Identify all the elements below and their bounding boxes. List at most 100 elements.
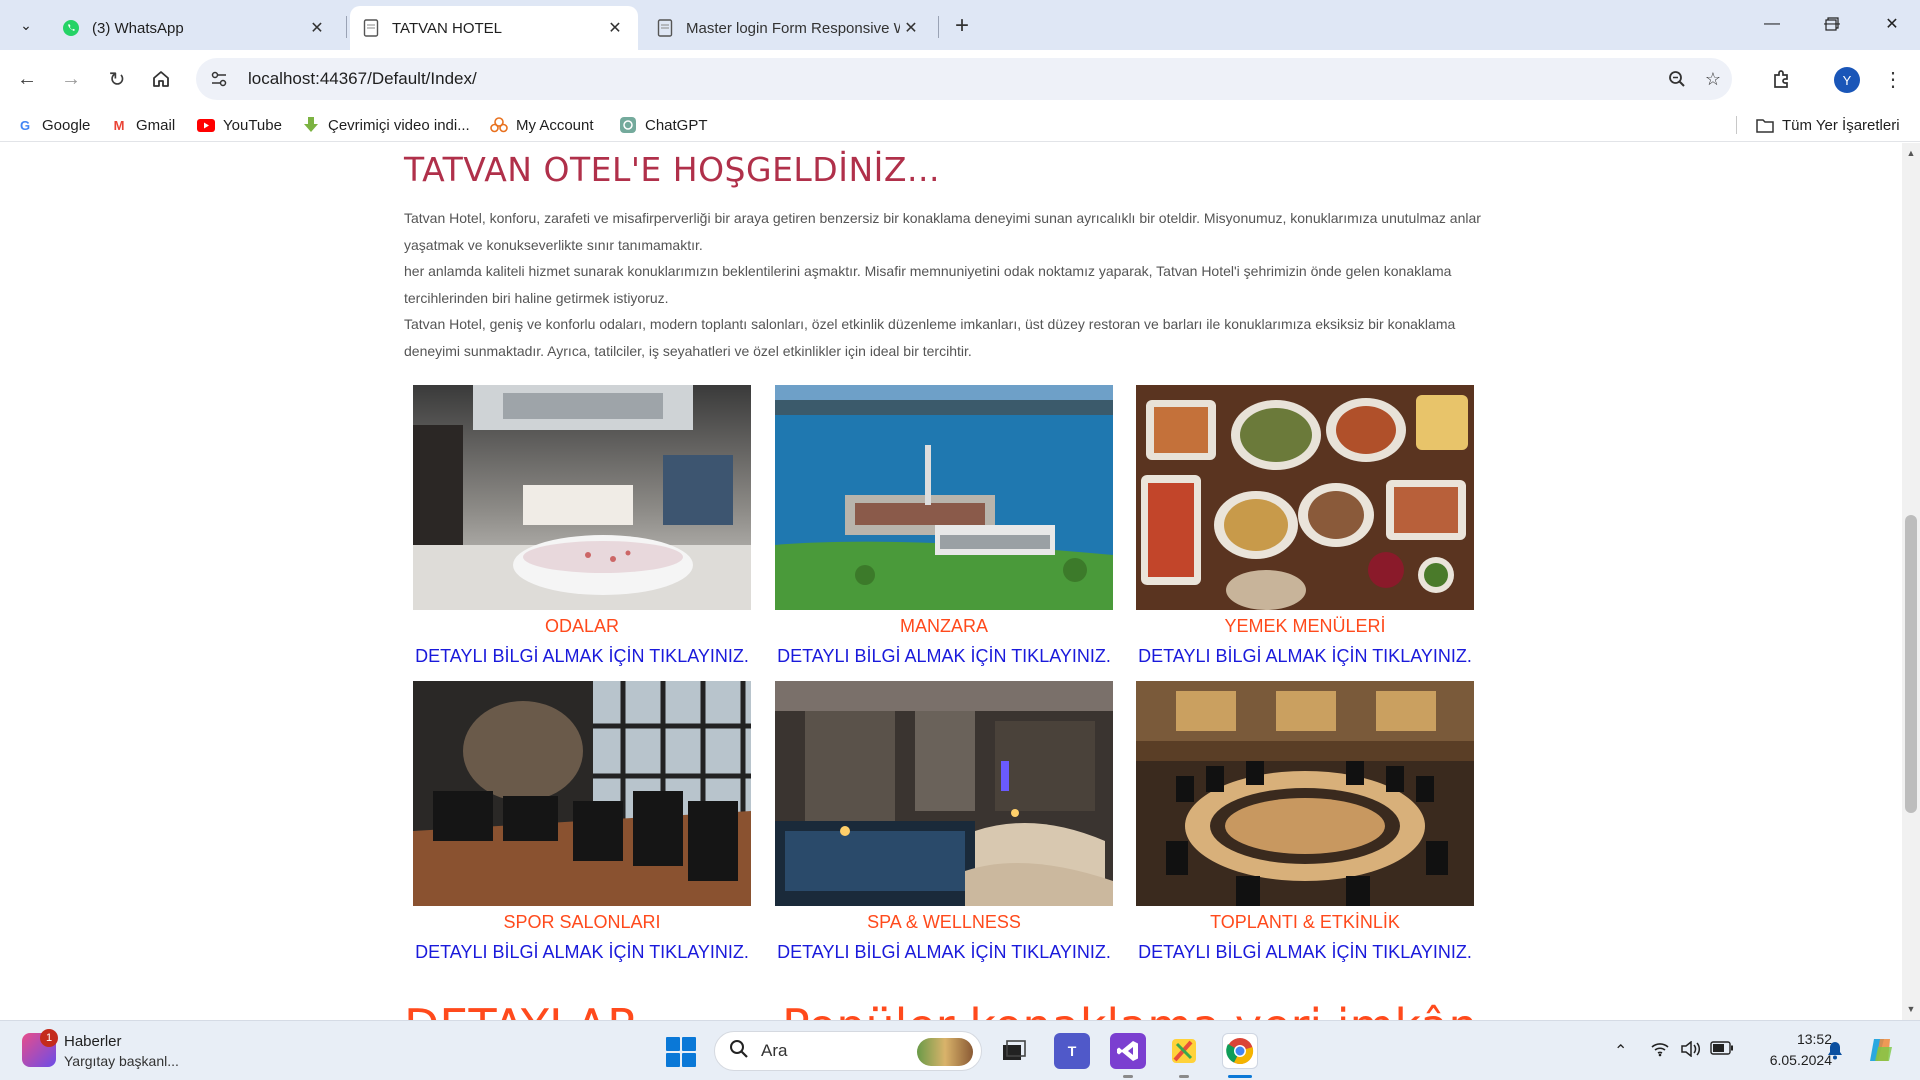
profile-initial: Y	[1842, 72, 1852, 88]
bookmark-label: Tüm Yer İşaretleri	[1782, 116, 1900, 134]
card-detail-link[interactable]: DETAYLI BİLGİ ALMAK İÇİN TIKLAYINIZ.	[775, 937, 1113, 967]
bookmarks-divider	[1736, 116, 1737, 134]
close-icon[interactable]: ✕	[900, 17, 922, 39]
youtube-icon	[197, 116, 215, 134]
bookmark-google[interactable]: G Google	[16, 114, 90, 136]
battery-icon[interactable]	[1710, 1041, 1734, 1060]
arrow-right-icon: →	[61, 67, 81, 90]
all-bookmarks[interactable]: Tüm Yer İşaretleri	[1756, 114, 1900, 136]
news-title[interactable]: Haberler	[64, 1033, 122, 1050]
clock-date[interactable]: 6.05.2024	[1750, 1052, 1832, 1068]
account-icon	[490, 116, 508, 134]
menu-button[interactable]: ⋮	[1876, 62, 1910, 96]
puzzle-icon	[1774, 70, 1788, 88]
card-detail-link[interactable]: DETAYLI BİLGİ ALMAK İÇİN TIKLAYINIZ.	[413, 937, 751, 967]
card-detail-link[interactable]: DETAYLI BİLGİ ALMAK İÇİN TIKLAYINIZ.	[1136, 937, 1474, 967]
card-detail-link[interactable]: DETAYLI BİLGİ ALMAK İÇİN TIKLAYINIZ.	[1136, 641, 1474, 671]
bookmark-label: My Account	[516, 116, 594, 134]
tab-master-login[interactable]: Master login Form Responsive W ✕	[644, 6, 934, 50]
card-detail-link[interactable]: DETAYLI BİLGİ ALMAK İÇİN TIKLAYINIZ.	[413, 641, 751, 671]
close-icon[interactable]: ✕	[306, 17, 328, 39]
profile-avatar[interactable]: Y	[1834, 67, 1860, 93]
tab-whatsapp[interactable]: (3) WhatsApp ✕	[50, 6, 340, 50]
app-active-indicator	[1228, 1075, 1252, 1078]
restore-icon	[1825, 17, 1839, 31]
card-gym: SPOR SALONLARI DETAYLI BİLGİ ALMAK İÇİN …	[413, 681, 751, 967]
teams-icon[interactable]: T	[1054, 1033, 1090, 1069]
news-badge: 1	[40, 1029, 58, 1047]
card-title: SPOR SALONLARI	[503, 912, 661, 932]
card-view: MANZARA DETAYLI BİLGİ ALMAK İÇİN TIKLAYI…	[775, 385, 1113, 671]
close-icon[interactable]: ✕	[604, 17, 626, 39]
rooms-image[interactable]	[413, 385, 751, 610]
intro-paragraph: Tatvan Hotel, geniş ve konforlu odaları,…	[404, 316, 1456, 359]
page-scrollbar[interactable]: ▲ ▼	[1902, 143, 1920, 1020]
scroll-up-arrow[interactable]: ▲	[1902, 145, 1920, 161]
scroll-down-arrow[interactable]: ▼	[1902, 1001, 1920, 1017]
restore-button[interactable]	[1812, 8, 1852, 40]
spa-image[interactable]	[775, 681, 1113, 906]
bookmark-chatgpt[interactable]: ChatGPT	[619, 114, 708, 136]
bookmark-video-download[interactable]: Çevrimiçi video indi...	[302, 114, 470, 136]
tab-search-button[interactable]: ⌄	[10, 9, 42, 41]
tab-separator	[346, 16, 347, 38]
bookmark-youtube[interactable]: YouTube	[197, 114, 282, 136]
tab-strip: ⌄ (3) WhatsApp ✕ TATVAN HOTEL ✕ Master l…	[0, 0, 1920, 50]
copilot-icon[interactable]	[1866, 1035, 1896, 1070]
intro-paragraph: Tatvan Hotel, konforu, zarafeti ve misaf…	[404, 210, 1481, 253]
bookmark-star-icon[interactable]: ☆	[1698, 64, 1728, 94]
bookmark-label: Gmail	[136, 116, 176, 134]
tray-overflow-icon[interactable]: ⌃	[1614, 1041, 1627, 1061]
volume-icon[interactable]	[1680, 1040, 1702, 1062]
window-close-button[interactable]: ✕	[1872, 8, 1912, 40]
forward-button[interactable]: →	[54, 62, 88, 96]
home-icon	[153, 71, 169, 87]
card-detail-link[interactable]: DETAYLI BİLGİ ALMAK İÇİN TIKLAYINIZ.	[775, 641, 1113, 671]
app-running-indicator	[1123, 1075, 1133, 1078]
address-bar[interactable]: localhost:44367/Default/Index/ ☆	[196, 58, 1732, 100]
bookmark-gmail[interactable]: M Gmail	[110, 114, 176, 136]
reload-button[interactable]: ↻	[100, 62, 134, 96]
app-running-indicator	[1179, 1075, 1189, 1078]
back-button[interactable]: ←	[10, 62, 44, 96]
bookmark-my-account[interactable]: My Account	[490, 114, 594, 136]
visual-studio-icon[interactable]	[1110, 1033, 1146, 1069]
url-text: localhost:44367/Default/Index/	[248, 69, 477, 88]
home-button[interactable]	[144, 62, 178, 96]
gym-image[interactable]	[413, 681, 751, 906]
bookmark-label: Google	[42, 116, 91, 134]
card-title: ODALAR	[544, 616, 620, 636]
search-icon	[729, 1039, 749, 1064]
whatsapp-icon	[62, 19, 80, 37]
view-image[interactable]	[775, 385, 1113, 610]
notification-bell-icon[interactable]	[1826, 1040, 1844, 1065]
site-info-icon[interactable]	[204, 64, 234, 94]
more-vertical-icon: ⋮	[1883, 68, 1903, 91]
bookmark-label: YouTube	[223, 116, 282, 134]
news-subtitle[interactable]: Yargıtay başkanl...	[64, 1053, 179, 1069]
minimize-button[interactable]: —	[1752, 8, 1792, 40]
zoom-icon[interactable]	[1662, 64, 1692, 94]
meeting-image[interactable]	[1136, 681, 1474, 906]
wifi-icon[interactable]	[1650, 1041, 1670, 1062]
taskbar-search[interactable]: Ara	[714, 1031, 982, 1071]
card-meeting: TOPLANTI & ETKİNLİK DETAYLI BİLGİ ALMAK …	[1136, 681, 1474, 967]
extensions-button[interactable]	[1764, 62, 1798, 96]
gmail-icon: M	[113, 117, 125, 133]
paint-icon[interactable]	[1166, 1033, 1202, 1069]
tab-tatvan-hotel[interactable]: TATVAN HOTEL ✕	[350, 6, 638, 50]
page-viewport: TATVAN OTEL'E HOŞGELDİNİZ... Tatvan Hote…	[0, 143, 1902, 1020]
new-tab-button[interactable]: +	[948, 12, 976, 40]
chrome-icon[interactable]	[1222, 1033, 1258, 1069]
food-image[interactable]	[1136, 385, 1474, 610]
arrow-left-icon: ←	[17, 67, 37, 90]
chevron-down-icon: ⌄	[20, 16, 32, 33]
tab-title: Master login Form Responsive W	[686, 19, 900, 37]
browser-toolbar: ← → ↻ localhost:44367/Default/Index/ ☆ ⋮	[0, 50, 1920, 108]
clock-time[interactable]: 13:52	[1782, 1031, 1832, 1047]
card-spa: SPA & WELLNESS DETAYLI BİLGİ ALMAK İÇİN …	[775, 681, 1113, 967]
task-view-icon[interactable]	[996, 1033, 1032, 1069]
start-button[interactable]	[666, 1037, 696, 1067]
tab-separator	[938, 16, 939, 38]
scroll-thumb[interactable]	[1905, 515, 1917, 813]
